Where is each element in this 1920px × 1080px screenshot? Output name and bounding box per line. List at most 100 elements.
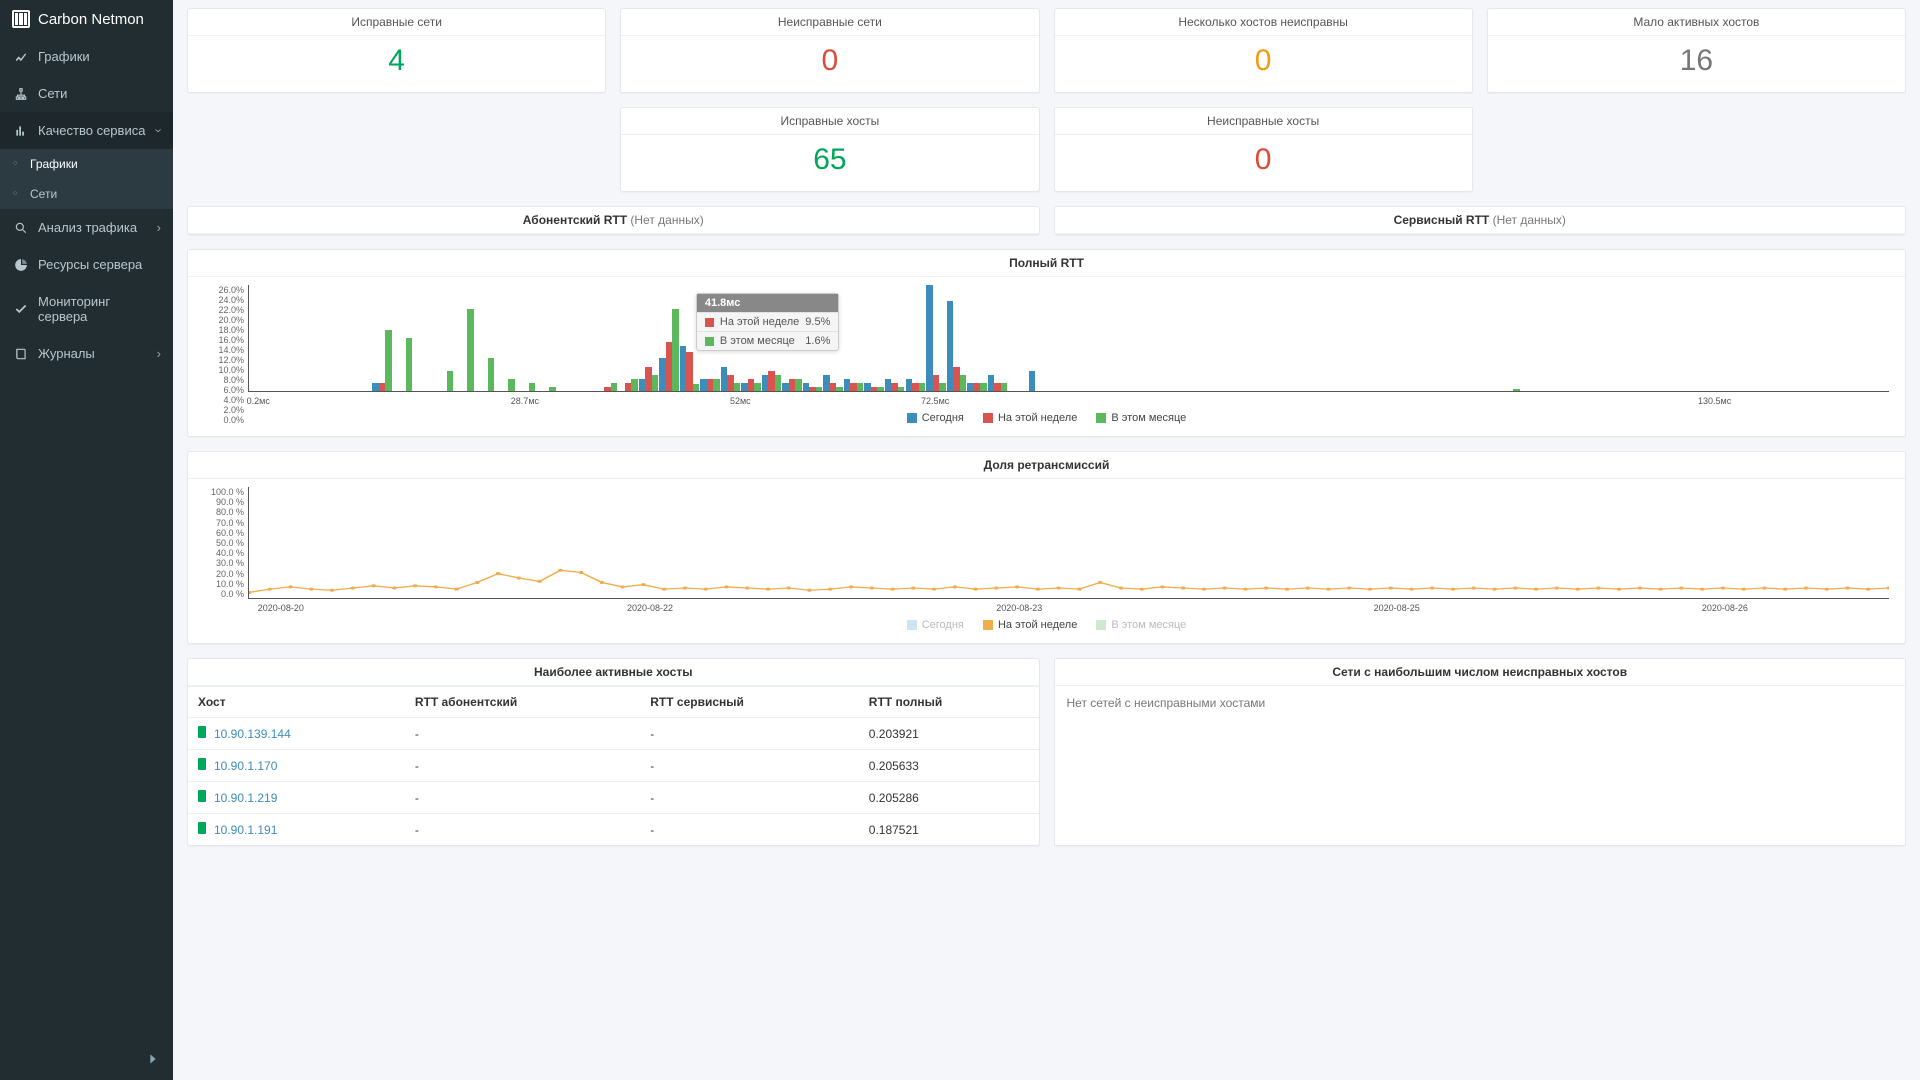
bottom-row: Наиболее активные хосты ХостRTT абонентс… <box>187 658 1906 846</box>
legend-today[interactable]: Сегодня <box>907 619 964 631</box>
stat-title: Несколько хостов неисправны <box>1055 9 1472 36</box>
stat-title: Мало активных хостов <box>1488 9 1905 36</box>
nav-label: Сети <box>38 86 67 101</box>
legend-week[interactable]: На этой неделе <box>983 619 1077 631</box>
cell-rtt-full: 0.205633 <box>859 750 1039 782</box>
retrans-chart[interactable]: 100.0 %90.0 %80.0 %70.0 %60.0 %50.0 %40.… <box>202 487 1891 617</box>
y-axis-ticks: 100.0 %90.0 %80.0 %70.0 %60.0 %50.0 %40.… <box>202 487 248 599</box>
panel-broken-nets: Сети с наибольшим числом неисправных хос… <box>1054 658 1907 846</box>
stat-ok-hosts: Исправные хосты 65 <box>620 107 1039 192</box>
cell-rtt-srv: - <box>640 750 859 782</box>
line-chart-icon <box>14 50 28 64</box>
panel-title: Сервисный RTT (Нет данных) <box>1055 207 1906 234</box>
stat-value: 16 <box>1488 36 1905 92</box>
panel-title-text: Сервисный RTT <box>1394 213 1490 227</box>
y-axis-ticks: 26.0%24.0%22.0%20.0%18.0%16.0%14.0%12.0%… <box>202 285 248 392</box>
legend-month[interactable]: В этом месяце <box>1096 619 1186 631</box>
stat-title: Неисправные хосты <box>1055 108 1472 135</box>
stat-value: 0 <box>621 36 1038 92</box>
panel-rtt-full: Полный RTT 26.0%24.0%22.0%20.0%18.0%16.0… <box>187 249 1906 437</box>
nav-item-Анализ трафика[interactable]: Анализ трафика <box>0 209 173 246</box>
nav-item-Качество сервиса[interactable]: Качество сервиса <box>0 112 173 149</box>
chart-body[interactable]: 26.0%24.0%22.0%20.0%18.0%16.0%14.0%12.0%… <box>188 277 1905 436</box>
panel-title: Полный RTT <box>188 250 1905 277</box>
legend-today[interactable]: Сегодня <box>907 412 964 424</box>
no-data-note: (Нет данных) <box>630 213 703 227</box>
panel-title: Доля ретрансмиссий <box>188 452 1905 479</box>
panel-retrans: Доля ретрансмиссий 100.0 %90.0 %80.0 %70… <box>187 451 1906 644</box>
stat-panel: Неисправные сети 0 <box>620 8 1039 93</box>
search-icon <box>14 221 28 235</box>
cell-rtt-sub: - <box>405 718 640 750</box>
chart-tooltip: 41.8мсНа этой неделе9.5%В этом месяце1.6… <box>696 293 839 351</box>
rtt-small-row: Абонентский RTT (Нет данных) Сервисный R… <box>187 206 1906 235</box>
nav-item-Графики[interactable]: Графики <box>0 38 173 75</box>
cell-rtt-sub: - <box>405 782 640 814</box>
content: Исправные сети 4Неисправные сети 0Нескол… <box>173 0 1920 1080</box>
pie-chart-icon <box>14 258 28 272</box>
legend-month[interactable]: В этом месяце <box>1096 412 1186 424</box>
book-icon <box>14 347 28 361</box>
stat-title: Исправные хосты <box>621 108 1038 135</box>
cell-rtt-srv: - <box>640 718 859 750</box>
host-link[interactable]: 10.90.1.170 <box>214 759 277 773</box>
nav: Графики Сети Качество сервиса Графики Сети Ан… <box>0 38 173 1080</box>
table-header: RTT сервисный <box>640 687 859 718</box>
nav-item-Сети[interactable]: Сети <box>0 75 173 112</box>
stat-panel: Исправные сети 4 <box>187 8 606 93</box>
chart-legend: Сегодня На этой неделе В этом месяце <box>202 617 1891 637</box>
no-data-note: (Нет данных) <box>1493 213 1566 227</box>
panel-title: Абонентский RTT (Нет данных) <box>188 207 1039 234</box>
rtt-full-chart[interactable]: 26.0%24.0%22.0%20.0%18.0%16.0%14.0%12.0%… <box>202 285 1891 410</box>
sidebar-collapse-button[interactable] <box>145 1051 161 1070</box>
stat-value: 0 <box>1055 36 1472 92</box>
cell-rtt-full: 0.203921 <box>859 718 1039 750</box>
brand-icon <box>12 10 30 28</box>
legend-week[interactable]: На этой неделе <box>983 412 1077 424</box>
panel-empty-message: Нет сетей с неисправными хостами <box>1055 686 1906 720</box>
table-row: 10.90.139.144 - - 0.203921 <box>188 718 1039 750</box>
nav-label: Графики <box>38 49 90 64</box>
nav-item-Журналы[interactable]: Журналы <box>0 335 173 372</box>
brand-title: Carbon Netmon <box>38 11 144 28</box>
status-dot-icon <box>198 758 206 770</box>
nav-sublabel: Сети <box>30 187 57 201</box>
cell-rtt-sub: - <box>405 750 640 782</box>
rtt-full-row: Полный RTT 26.0%24.0%22.0%20.0%18.0%16.0… <box>187 249 1906 437</box>
chart-plot[interactable] <box>248 487 1889 599</box>
x-axis-ticks: 0.2мс28.7мс52мс72.5мс130.5мс <box>248 396 1889 410</box>
check-icon <box>14 302 28 316</box>
nav-item-Ресурсы сервера[interactable]: Ресурсы сервера <box>0 246 173 283</box>
bar-chart-icon <box>14 124 28 138</box>
host-link[interactable]: 10.90.1.219 <box>214 791 277 805</box>
nav-label: Качество сервиса <box>38 123 145 138</box>
sitemap-icon <box>14 87 28 101</box>
stat-title: Неисправные сети <box>621 9 1038 36</box>
status-dot-icon <box>198 726 206 738</box>
nav-item-Мониторинг сервера[interactable]: Мониторинг сервера <box>0 283 173 335</box>
nav-label: Журналы <box>38 346 95 361</box>
stat-bad-hosts: Неисправные хосты 0 <box>1054 107 1473 192</box>
host-link[interactable]: 10.90.1.191 <box>214 823 277 837</box>
sidebar: Carbon Netmon Графики Сети Качество сервис… <box>0 0 173 1080</box>
nav-sublabel: Графики <box>30 157 78 171</box>
stat-row-1: Исправные сети 4Неисправные сети 0Нескол… <box>187 8 1906 93</box>
x-axis-ticks: 2020-08-202020-08-222020-08-232020-08-25… <box>248 603 1889 617</box>
stat-value: 4 <box>188 36 605 92</box>
host-link[interactable]: 10.90.139.144 <box>214 727 291 741</box>
table-header: Хост <box>188 687 405 718</box>
brand[interactable]: Carbon Netmon <box>0 0 173 38</box>
chart-plot[interactable]: 41.8мсНа этой неделе9.5%В этом месяце1.6… <box>248 285 1889 392</box>
nav-subitem-Графики[interactable]: Графики <box>0 149 173 179</box>
cell-rtt-full: 0.187521 <box>859 814 1039 846</box>
table-header: RTT абонентский <box>405 687 640 718</box>
table-header: RTT полный <box>859 687 1039 718</box>
panel-title: Сети с наибольшим числом неисправных хос… <box>1055 659 1906 686</box>
cell-rtt-full: 0.205286 <box>859 782 1039 814</box>
cell-rtt-srv: - <box>640 782 859 814</box>
nav-subitem-Сети[interactable]: Сети <box>0 179 173 209</box>
stat-title: Исправные сети <box>188 9 605 36</box>
status-dot-icon <box>198 822 206 834</box>
table-row: 10.90.1.191 - - 0.187521 <box>188 814 1039 846</box>
chart-body[interactable]: 100.0 %90.0 %80.0 %70.0 %60.0 %50.0 %40.… <box>188 479 1905 643</box>
